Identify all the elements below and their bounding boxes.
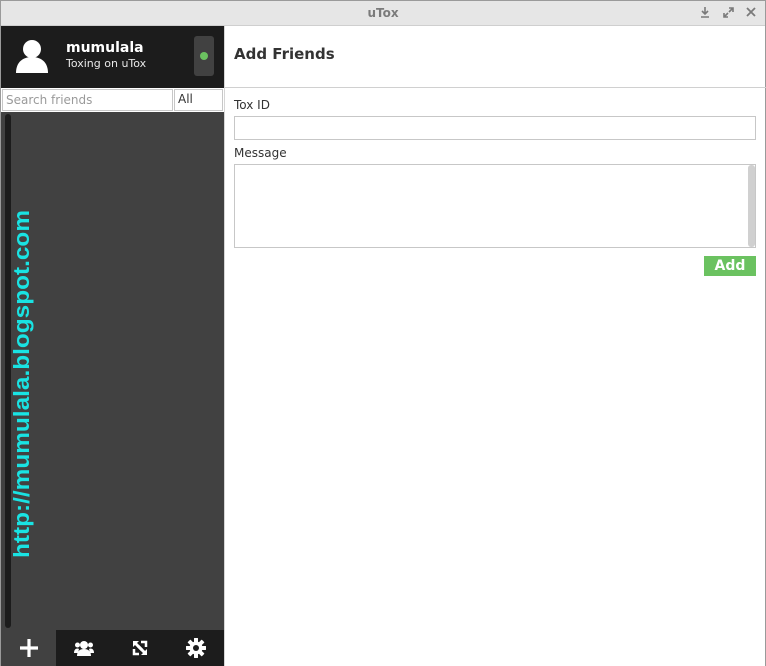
user-silhouette-icon[interactable]	[15, 38, 49, 74]
transfer-icon	[132, 640, 148, 656]
window-title: uTox	[367, 6, 399, 20]
filter-button[interactable]: All	[174, 89, 223, 111]
user-panel: mumulala Toxing on uTox	[1, 26, 224, 88]
page-title: Add Friends	[234, 45, 335, 63]
file-transfer-button[interactable]	[112, 630, 168, 666]
watermark: http://mumulala.blogspot.com	[9, 210, 34, 558]
maximize-icon[interactable]	[720, 5, 736, 21]
title-bar[interactable]: uTox	[1, 1, 765, 26]
create-group-button[interactable]	[56, 630, 112, 666]
friends-list: http://mumulala.blogspot.com	[1, 112, 224, 630]
plus-icon	[19, 639, 38, 657]
user-name[interactable]: mumulala	[66, 40, 144, 56]
close-icon[interactable]	[743, 5, 759, 21]
main-header: Add Friends	[225, 26, 766, 88]
group-icon	[74, 641, 94, 656]
user-status-message[interactable]: Toxing on uTox	[66, 57, 146, 70]
gear-icon	[186, 638, 206, 658]
status-indicator	[200, 52, 208, 60]
search-input[interactable]	[2, 89, 173, 111]
watermark-text: http://mumulala.blogspot.com	[9, 210, 34, 558]
message-label: Message	[234, 146, 287, 160]
app-window: uTox mumulala Toxing on uTox Search frie…	[0, 0, 766, 666]
minimize-icon[interactable]	[697, 5, 713, 21]
message-scrollbar[interactable]	[748, 165, 755, 247]
add-friend-button[interactable]	[1, 630, 56, 666]
toxid-label: Tox ID	[234, 98, 270, 112]
status-button[interactable]	[194, 36, 214, 76]
settings-button[interactable]	[168, 630, 224, 666]
sidebar: mumulala Toxing on uTox All http://mumul…	[1, 26, 224, 666]
add-button[interactable]: Add	[704, 256, 756, 276]
toxid-input[interactable]	[234, 116, 756, 140]
message-input[interactable]	[234, 164, 756, 248]
search-row: All	[1, 88, 224, 112]
bottom-bar	[1, 630, 224, 666]
main-panel: Add Friends Tox ID Message Add	[224, 26, 766, 666]
